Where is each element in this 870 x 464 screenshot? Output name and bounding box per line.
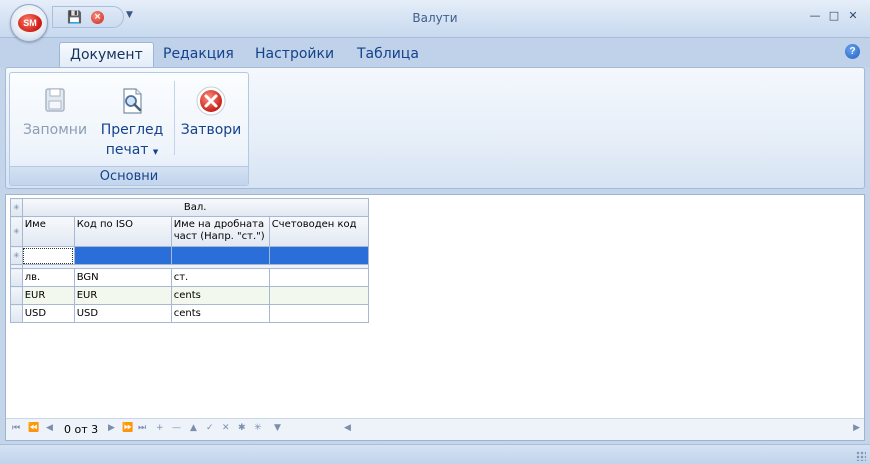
group-separator [174, 81, 175, 155]
ribbon-group-main: Запомни Преглед печат ▼ Затвори Основни [9, 72, 249, 186]
new-row-cell[interactable] [268, 246, 369, 265]
delete-icon[interactable]: — [172, 423, 181, 433]
new-row-cell[interactable] [73, 246, 172, 265]
column-header-fraction[interactable]: Име на дробната част (Напр. "ст.") [170, 216, 270, 247]
column-indicator-icon[interactable]: ✳ [10, 216, 23, 247]
tab-table[interactable]: Таблица [347, 42, 429, 67]
record-counter: 0 от 3 [64, 423, 99, 436]
chevron-down-icon: ▼ [152, 148, 159, 156]
last-page-icon[interactable]: ⏭ [138, 423, 146, 433]
cell-iso[interactable]: EUR [73, 286, 172, 305]
application-menu-button[interactable]: SM [10, 4, 48, 42]
table-row[interactable]: лв. BGN ст. [10, 268, 369, 287]
close-button[interactable]: Затвори [176, 79, 246, 165]
row-indicator[interactable] [10, 268, 23, 287]
row-indicator[interactable] [10, 304, 23, 323]
maximize-icon[interactable]: □ [827, 9, 841, 23]
currency-grid: ✳ Вал. ✳ Име Код по ISO Име на дробната … [10, 198, 369, 323]
help-icon[interactable]: ? [845, 44, 860, 59]
filter-icon[interactable]: ▼ [274, 423, 281, 433]
goto-bookmark-icon[interactable]: ✳ [254, 423, 262, 433]
new-item-row[interactable]: ✳ [10, 246, 369, 265]
row-indicator[interactable] [10, 286, 23, 305]
ribbon-panel: Запомни Преглед печат ▼ Затвори Основни [5, 67, 865, 189]
first-page-icon[interactable]: ⏮ [12, 423, 20, 433]
data-navigator: ⏮ ⏪ ◀ 0 от 3 ▶ ⏩ ⏭ + — ▲ ✓ ✕ ✱ ✳ ▼ ◀ ▶ [6, 418, 864, 440]
append-icon[interactable]: + [156, 423, 164, 433]
column-header-account[interactable]: Счетоводен код [268, 216, 369, 247]
table-row[interactable]: EUR EUR cents [10, 286, 369, 305]
prev-page-icon[interactable]: ⏪ [28, 423, 39, 433]
print-preview-button[interactable]: Преглед печат ▼ [96, 79, 168, 165]
cell-fraction[interactable]: cents [170, 304, 270, 323]
floppy-disk-icon [45, 88, 65, 112]
group-label: Основни [10, 166, 248, 185]
cell-name[interactable]: лв. [21, 268, 75, 287]
print-preview-label-2: печат [105, 142, 149, 158]
new-row-cell[interactable] [170, 246, 270, 265]
band-indicator-icon[interactable]: ✳ [10, 198, 23, 217]
minimize-icon[interactable]: — [808, 9, 822, 23]
cell-name[interactable]: EUR [21, 286, 75, 305]
next-record-icon[interactable]: ▶ [108, 423, 115, 433]
status-bar [0, 444, 870, 464]
window-close-icon[interactable]: ✕ [846, 9, 860, 23]
cell-iso[interactable]: BGN [73, 268, 172, 287]
column-header-name[interactable]: Име [21, 216, 75, 247]
cell-account[interactable] [268, 286, 369, 305]
table-row[interactable]: USD USD cents [10, 304, 369, 323]
cell-account[interactable] [268, 304, 369, 323]
cell-fraction[interactable]: ст. [170, 268, 270, 287]
title-bar: 💾 × ▼ Валути — □ ✕ [0, 0, 870, 38]
band-header[interactable]: Вал. [21, 198, 369, 217]
tab-settings[interactable]: Настройки [245, 42, 344, 67]
cell-account[interactable] [268, 268, 369, 287]
window-title: Валути [412, 11, 458, 25]
close-circle-icon [196, 86, 226, 116]
save-button[interactable]: Запомни [16, 79, 94, 165]
cancel-icon[interactable]: ✕ [222, 423, 230, 433]
bookmark-icon[interactable]: ✱ [238, 423, 246, 433]
save-label: Запомни [22, 122, 88, 138]
close-label: Затвори [180, 122, 242, 138]
new-row-icon: ✳ [10, 246, 23, 265]
cell-name[interactable]: USD [21, 304, 75, 323]
ribbon-tabs: Документ Редакция Настройки Таблица ? [0, 38, 870, 67]
next-page-icon[interactable]: ⏩ [122, 423, 133, 433]
column-header-iso[interactable]: Код по ISO [73, 216, 172, 247]
scroll-right-icon[interactable]: ▶ [853, 423, 860, 433]
cell-fraction[interactable]: cents [170, 286, 270, 305]
tab-document[interactable]: Документ [59, 42, 154, 67]
app-logo: SM [18, 14, 42, 32]
scroll-left-icon[interactable]: ◀ [344, 423, 351, 433]
tab-edit[interactable]: Редакция [153, 42, 244, 67]
resize-grip[interactable] [856, 451, 866, 461]
print-preview-icon [123, 88, 142, 114]
print-preview-label-1: Преглед [100, 122, 164, 138]
edit-icon[interactable]: ▲ [190, 423, 197, 433]
cell-iso[interactable]: USD [73, 304, 172, 323]
new-row-cell[interactable] [21, 246, 75, 265]
content-area: ✳ Вал. ✳ Име Код по ISO Име на дробната … [5, 194, 865, 441]
prev-record-icon[interactable]: ◀ [46, 423, 53, 433]
accept-icon[interactable]: ✓ [206, 423, 214, 433]
